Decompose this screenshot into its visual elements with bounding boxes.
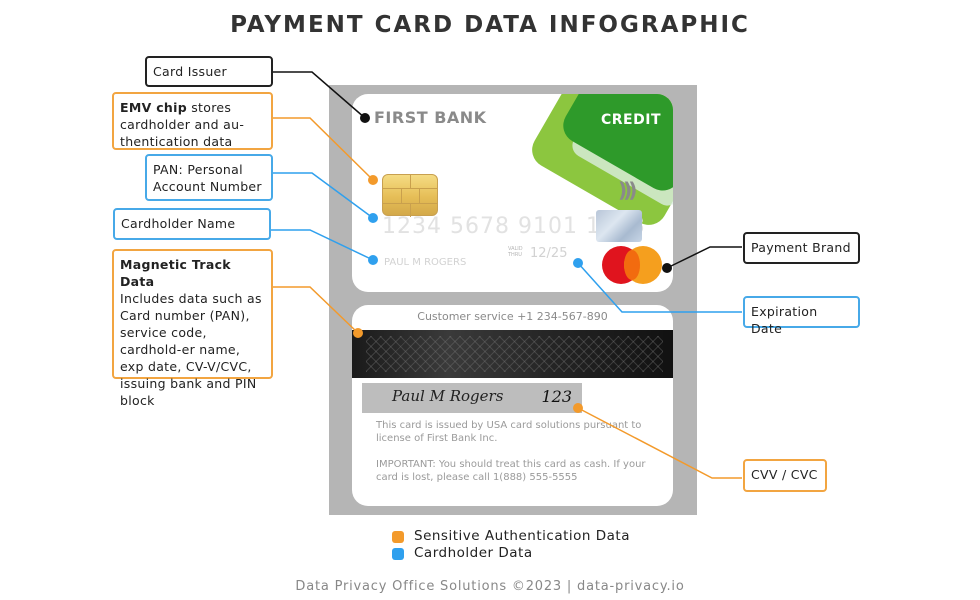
legend: Sensitive Authentication Data Cardholder…: [392, 528, 630, 562]
signature: Paul M Rogers: [392, 387, 504, 405]
callout-magnetic-track-title: Magnetic Track Data: [120, 257, 231, 289]
expiration-date: 12/25: [530, 246, 568, 261]
legend-swatch-sensitive: [392, 530, 404, 543]
hologram-icon: [596, 210, 642, 242]
bank-name: FIRST BANK: [374, 108, 487, 127]
callout-cvv-text: CVV / CVC: [751, 467, 818, 482]
callout-card-issuer-text: Card Issuer: [153, 64, 227, 79]
callout-cvv: CVV / CVC: [743, 459, 827, 492]
magnetic-stripe: [352, 330, 673, 378]
callout-emv-chip-title: EMV chip: [120, 100, 187, 115]
expiry-marker-dot: [573, 258, 583, 268]
emv-marker-dot: [368, 175, 378, 185]
callout-payment-brand: Payment Brand: [743, 232, 860, 264]
brand-marker-dot: [662, 263, 672, 273]
important-text: IMPORTANT: You should treat this card as…: [376, 459, 646, 483]
callout-magnetic-track-text: Includes data such as Card number (PAN),…: [120, 291, 262, 408]
magnetic-marker-dot: [353, 328, 363, 338]
signature-strip: Paul M Rogers 123: [362, 383, 582, 413]
legend-label-cardholder: Cardholder Data: [414, 545, 533, 561]
issuer-marker-dot: [360, 113, 370, 123]
page-title: PAYMENT CARD DATA INFOGRAPHIC: [230, 12, 750, 38]
magnetic-stripe-pattern: [366, 336, 663, 372]
issue-text: This card is issued by USA card solution…: [376, 420, 642, 444]
legend-item-cardholder: Cardholder Data: [392, 545, 630, 562]
customer-service-text: Customer service +1 234-567-890: [417, 310, 608, 323]
callout-expiration-date-text: Expiration Date: [751, 304, 818, 336]
legend-swatch-cardholder: [392, 547, 404, 560]
callout-cardholder-name-text: Cardholder Name: [121, 216, 236, 231]
callout-expiration-date: Expiration Date: [743, 296, 860, 336]
cvv-number: 123: [541, 387, 572, 406]
cardholder-marker-dot: [368, 255, 378, 265]
pan-marker-dot: [368, 213, 378, 223]
callout-cardholder-name: Cardholder Name: [113, 208, 271, 240]
card-front: CREDIT FIRST BANK ))) 1234 5678 9101 112…: [352, 94, 673, 292]
contactless-icon: ))): [618, 178, 638, 202]
card-back: Customer service +1 234-567-890 Paul M R…: [352, 305, 673, 506]
cvv-marker-dot: [573, 403, 583, 413]
legend-label-sensitive: Sensitive Authentication Data: [414, 528, 630, 544]
callout-payment-brand-text: Payment Brand: [751, 240, 851, 255]
legend-item-sensitive: Sensitive Authentication Data: [392, 528, 630, 545]
callout-pan-text: PAN: Personal Account Number: [153, 162, 262, 194]
callout-emv-chip: EMV chip stores cardholder and au-thenti…: [112, 92, 273, 150]
mastercard-logo-overlap: [624, 250, 640, 280]
callout-magnetic-track: Magnetic Track Data Includes data such a…: [112, 249, 273, 408]
cardholder-name: PAUL M ROGERS: [384, 257, 467, 268]
valid-thru-text: VALID THRU: [508, 246, 523, 258]
valid-thru-label: VALID THRU: [508, 246, 526, 258]
emv-chip-icon: [382, 174, 438, 217]
callout-card-issuer: Card Issuer: [145, 56, 273, 87]
footer-credit: Data Privacy Office Solutions ©2023 | da…: [295, 579, 685, 594]
callout-pan: PAN: Personal Account Number: [145, 154, 273, 201]
card-type-label: CREDIT: [601, 112, 661, 128]
